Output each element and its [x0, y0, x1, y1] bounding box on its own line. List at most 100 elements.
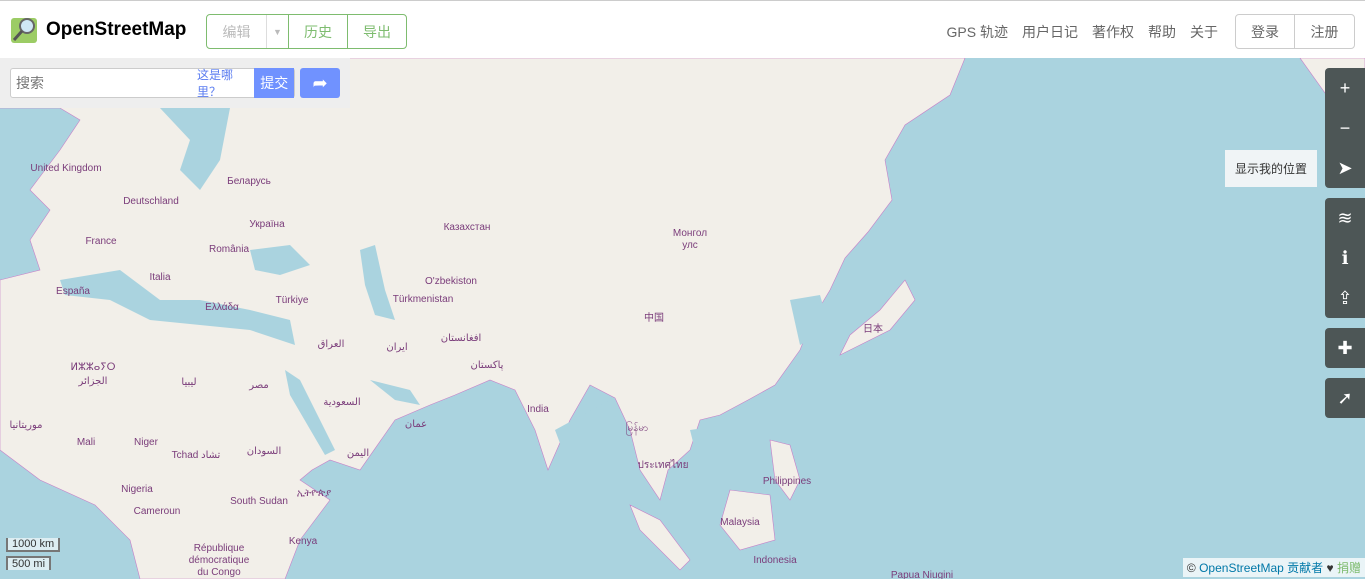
map-label: Papua Niugini [890, 570, 954, 579]
info-icon: ℹ [1341, 247, 1349, 268]
map-tools: ≋ ℹ ⇪ [1325, 198, 1365, 318]
map-label: Türkiye [275, 295, 309, 306]
map-label: السودان [246, 446, 282, 457]
edit-dropdown-chevron-icon[interactable]: ▼ [267, 15, 289, 48]
map-label: افغانستان [440, 333, 482, 344]
nav-gps-traces[interactable]: GPS 轨迹 [947, 22, 1008, 42]
share-icon: ⇪ [1337, 287, 1353, 308]
locate-button[interactable]: ➤ [1325, 148, 1365, 188]
map-label: Cameroun [133, 506, 181, 517]
edit-history-export-group: 编辑 ▼ 历史 导出 [206, 14, 407, 49]
map-label: Mali [76, 437, 96, 448]
comment-plus-icon: ✚ [1337, 337, 1353, 358]
map-label: Nigeria [121, 484, 153, 495]
layers-icon: ≋ [1337, 207, 1353, 228]
locate-tooltip: 显示我的位置 [1224, 150, 1317, 187]
map-label: عمان [404, 419, 428, 430]
auth-group: 登录 注册 [1235, 14, 1355, 49]
map-land [0, 58, 1365, 579]
map-label: Malaysia [720, 517, 760, 528]
map-label: España [56, 286, 90, 297]
map-label: Italia [149, 272, 171, 283]
map-label: ایران [386, 342, 408, 353]
zoom-controls: + − ➤ [1325, 68, 1365, 188]
donate-link[interactable]: 捐赠 [1337, 561, 1361, 575]
scale-imperial: 500 mi [6, 556, 52, 570]
add-note-button[interactable]: ✚ [1325, 328, 1365, 368]
japan-land [839, 279, 916, 356]
zoom-out-button[interactable]: − [1325, 108, 1365, 148]
map-label: موريتانيا [9, 420, 43, 431]
search-input[interactable] [11, 75, 197, 91]
share-button[interactable]: ⇪ [1325, 278, 1365, 318]
philippines-land [769, 439, 801, 501]
map-label: ኢትዮጵያ [296, 488, 332, 499]
zoom-in-button[interactable]: + [1325, 68, 1365, 108]
search-submit-button[interactable]: 提交 [254, 68, 294, 98]
map-label: Kenya [288, 536, 318, 547]
top-nav: GPS 轨迹 用户日记 著作权 帮助 关于 [947, 22, 1218, 42]
osm-link[interactable]: OpenStreetMap [1199, 561, 1284, 575]
map-label: 日本 [863, 324, 883, 335]
map-label: ประเทศไทย [637, 460, 689, 471]
brand-name: OpenStreetMap [46, 19, 187, 40]
map-label: اليمن [346, 448, 370, 459]
south-china-sea [690, 420, 770, 490]
nav-help[interactable]: 帮助 [1148, 22, 1176, 42]
map-label: پاکستان [470, 360, 504, 371]
edit-button[interactable]: 编辑 [207, 15, 267, 48]
map-label: السعودية [323, 397, 361, 408]
map-label: Indonesia [753, 555, 797, 566]
heart-icon: ♥ [1326, 561, 1334, 575]
osm-logo-icon [11, 18, 37, 43]
nav-user-diaries[interactable]: 用户日记 [1022, 22, 1078, 42]
map-label: United Kingdom [30, 163, 102, 174]
map-label: Беларусь [227, 176, 271, 187]
map-label: India [527, 404, 549, 415]
location-arrow-icon: ➤ [1337, 157, 1353, 178]
where-is-this-link[interactable]: 这是哪里？ [197, 66, 246, 100]
map-label: Монгол [672, 228, 708, 239]
map-label: العراق [317, 339, 345, 350]
map-label: الجزائر [78, 376, 108, 387]
cursor-question-icon: ➚ [1337, 387, 1353, 408]
map-label: România [208, 244, 250, 255]
signup-button[interactable]: 注册 [1295, 15, 1354, 48]
map-label: 中国 [644, 313, 664, 324]
map-label: улс [682, 240, 698, 251]
nav-copyright[interactable]: 著作权 [1092, 22, 1134, 42]
map-label: France [85, 236, 117, 247]
map-label: Deutschland [123, 196, 179, 207]
query-features-button[interactable]: ➚ [1325, 378, 1365, 418]
map-label: République [193, 543, 245, 554]
history-button[interactable]: 历史 [289, 15, 348, 48]
directions-button[interactable]: ➦ [300, 68, 340, 98]
map-label: Україна [249, 219, 285, 230]
map-key-button[interactable]: ℹ [1325, 238, 1365, 278]
export-button[interactable]: 导出 [348, 15, 406, 48]
search-box: 这是哪里？ 提交 [10, 66, 295, 100]
contributors-link[interactable]: 贡献者 [1287, 561, 1323, 575]
map-label: du Congo [197, 567, 241, 578]
map-label: démocratique [188, 555, 250, 566]
map-label: O'zbekiston [425, 276, 477, 287]
scale-metric: 1000 km [6, 538, 61, 552]
attribution: © OpenStreetMap 贡献者 ♥ 捐赠 [1182, 558, 1365, 577]
map[interactable]: United Kingdom Беларусь Deutschland Україна… [0, 58, 1365, 579]
login-button[interactable]: 登录 [1236, 15, 1295, 48]
map-label: Ελλάδα [205, 302, 239, 313]
nav-about[interactable]: 关于 [1190, 22, 1218, 42]
map-label: ⵍⵣⵣⴰⵢⵔ [70, 362, 116, 373]
header: OpenStreetMap 编辑 ▼ 历史 导出 GPS 轨迹 用户日记 著作权… [0, 0, 1365, 58]
map-label: Tchad تشاد [171, 450, 221, 461]
map-label: Казахстан [443, 222, 491, 233]
logo[interactable]: OpenStreetMap [10, 15, 186, 45]
add-note-control: ✚ [1325, 328, 1365, 368]
copyright-symbol: © [1186, 561, 1196, 575]
layers-button[interactable]: ≋ [1325, 198, 1365, 238]
map-label: Niger [134, 437, 158, 448]
directions-icon: ➦ [312, 72, 328, 93]
map-label: မြန်မာ [625, 423, 649, 434]
map-label: مصر [249, 380, 269, 391]
map-label: South Sudan [230, 496, 288, 507]
